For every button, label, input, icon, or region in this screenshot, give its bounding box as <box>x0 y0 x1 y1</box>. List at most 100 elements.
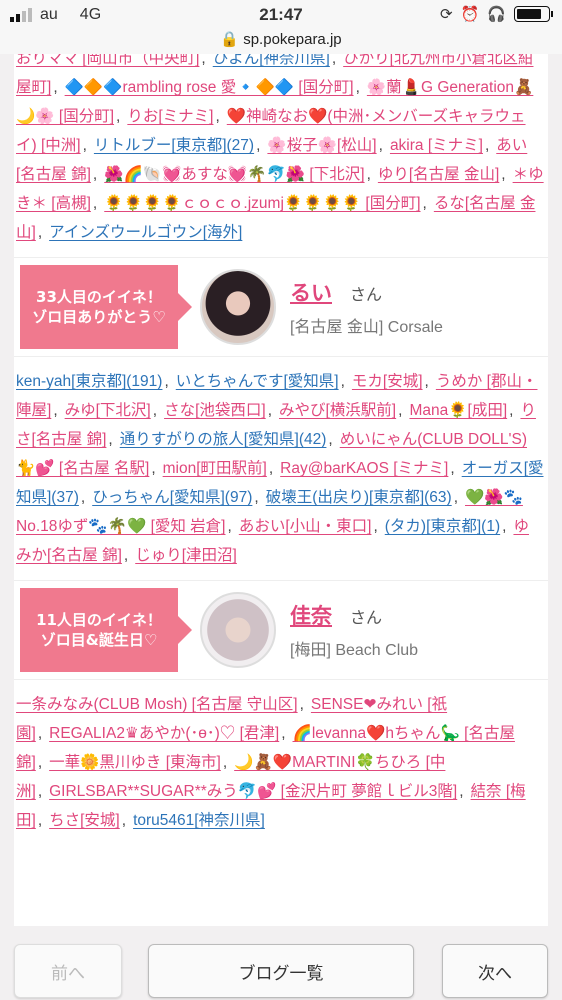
like-user-list: ken-yah[東京都](191), いとちゃんです[愛知県], モカ[安城], うめ… <box>14 367 548 570</box>
user-link[interactable]: 破壊王(出戻り)[東京都](63) <box>266 489 452 506</box>
separator: , <box>501 166 506 183</box>
user-link[interactable]: ひっちゃん[愛知県](97) <box>92 489 252 506</box>
user-link[interactable]: 通りすがりの旅人[愛知県](42) <box>120 431 327 448</box>
prev-button[interactable]: 前へ <box>14 944 122 998</box>
separator: , <box>340 373 345 390</box>
separator: , <box>502 518 507 535</box>
blog-list-button[interactable]: ブログ一覧 <box>148 944 414 998</box>
separator: , <box>299 696 304 713</box>
user-link[interactable]: 🔷🔶🔷rambling rose 愛🔹🔶🔷 [国分町] <box>65 79 354 96</box>
user-link[interactable]: ひよん[神奈川県] <box>213 54 330 67</box>
battery-icon <box>514 6 553 22</box>
separator: , <box>201 54 206 67</box>
user-link[interactable]: ken-yah[東京都](191) <box>16 373 162 390</box>
separator: , <box>424 373 429 390</box>
pager: 前へ ブログ一覧 次へ <box>0 926 562 1000</box>
user-link[interactable]: さな[池袋西口] <box>164 402 266 419</box>
user-link[interactable]: みゆ[下北沢] <box>65 402 151 419</box>
url-bar[interactable]: 🔒 sp.pokepara.jp <box>0 30 562 54</box>
status-bar: au 4G 21:47 ⟳ ⏰ 🎧 <box>0 0 562 30</box>
separator: , <box>215 108 220 125</box>
honorific: さん <box>350 287 383 304</box>
separator: , <box>53 79 58 96</box>
user-link[interactable]: みやび[横浜駅前] <box>279 402 396 419</box>
separator: , <box>378 137 383 154</box>
user-link[interactable]: ゆり[名古屋 金山] <box>378 166 499 183</box>
separator: , <box>484 137 490 154</box>
separator: , <box>116 108 121 125</box>
separator: , <box>355 79 360 96</box>
user-link[interactable]: GIRLSBAR**SUGAR**みう🐬💕 [金沢片町 夢館ｌビル3階] <box>49 783 457 800</box>
separator: , <box>509 402 514 419</box>
separator: , <box>37 812 43 829</box>
separator: , <box>453 489 459 506</box>
user-link[interactable]: (タカ)[東京都](1) <box>385 518 500 535</box>
next-button[interactable]: 次へ <box>442 944 548 998</box>
user-link[interactable]: Ray@barKAOS [ミナミ] <box>280 460 448 477</box>
separator: , <box>152 402 158 419</box>
separator: , <box>37 725 43 742</box>
separator: , <box>37 754 43 771</box>
user-link[interactable]: REGALIA2♛あやか(･ө･)♡ [君津] <box>49 725 279 742</box>
cast-location: [名古屋 金山] Corsale <box>290 319 443 336</box>
separator: , <box>331 54 337 67</box>
user-link[interactable]: おりママ [岡山市（中央町] <box>16 54 199 67</box>
lock-icon: 🔒 <box>220 31 240 48</box>
separator: , <box>121 812 127 829</box>
alarm-icon: ⏰ <box>460 6 480 23</box>
separator: , <box>268 460 274 477</box>
separator: , <box>164 373 169 390</box>
separator: , <box>108 431 113 448</box>
separator: , <box>123 547 129 564</box>
avatar[interactable] <box>200 269 276 345</box>
separator: , <box>328 431 333 448</box>
user-link[interactable]: mion[町田駅前] <box>163 460 267 477</box>
like-user-list: 一条みなみ(CLUB Mosh) [名古屋 守山区], SENSE❤みれい [祇園… <box>14 690 548 835</box>
like-user-list: おりママ [岡山市（中央町], ひよん[神奈川県], ひかり[北九州市小倉北区紺屋町… <box>14 54 548 247</box>
like-card: 33人目のイイネ！ ゾロ目ありがとう♡ るい さん [名古屋 金山] Corsal… <box>14 257 548 357</box>
separator: , <box>227 518 232 535</box>
user-link[interactable]: toru5461[神奈川県] <box>133 812 265 829</box>
like-ribbon: 11人目のイイネ！ ゾロ目&誕生日♡ <box>20 588 192 672</box>
user-link[interactable]: りお[ミナミ] <box>127 108 213 125</box>
user-link[interactable]: akira [ミナミ] <box>390 137 483 154</box>
user-link[interactable]: 🌻🌻🌻🌻ｃｏｃｏ.jzumj🌻🌻🌻🌻 [国分町] <box>104 195 420 212</box>
user-link[interactable]: いとちゃんです[愛知県] <box>176 373 339 390</box>
user-link[interactable]: あおい[小山・東口] <box>239 518 372 535</box>
separator: , <box>422 195 427 212</box>
url-text: sp.pokepara.jp <box>243 31 342 48</box>
blog-content: おりママ [岡山市（中央町], ひよん[神奈川県], ひかり[北九州市小倉北区紺屋町… <box>14 54 548 926</box>
separator: , <box>254 489 259 506</box>
cast-location: [梅田] Beach Club <box>290 642 419 659</box>
user-link[interactable]: Mana🌻[成田] <box>409 402 507 419</box>
honorific: さん <box>350 610 383 627</box>
separator: , <box>151 460 156 477</box>
user-link[interactable]: ちさ[安城] <box>49 812 120 829</box>
rotation-lock-icon: ⟳ <box>440 6 453 23</box>
separator: , <box>92 195 98 212</box>
user-link[interactable]: リトルブー[東京都](27) <box>94 137 254 154</box>
separator: , <box>256 137 261 154</box>
user-link[interactable]: じゅり[津田沼] <box>135 547 237 564</box>
separator: , <box>398 402 403 419</box>
separator: , <box>82 137 87 154</box>
like-ribbon: 33人目のイイネ！ ゾロ目ありがとう♡ <box>20 265 192 349</box>
separator: , <box>450 460 455 477</box>
user-link[interactable]: 一条みなみ(CLUB Mosh) [名古屋 守山区] <box>16 696 298 713</box>
like-card: 11人目のイイネ！ ゾロ目&誕生日♡ 佳奈 さん [梅田] Beach Club <box>14 580 548 680</box>
separator: , <box>37 224 43 241</box>
user-link[interactable]: 一華🌼黒川ゆき [東海市] <box>49 754 221 771</box>
headphones-icon: 🎧 <box>487 6 506 23</box>
user-link[interactable]: アインズウールゴウン[海外] <box>49 224 242 241</box>
user-link[interactable]: モカ[安城] <box>352 373 423 390</box>
cast-name-link[interactable]: るい <box>290 282 332 305</box>
avatar[interactable] <box>200 592 276 668</box>
separator: , <box>80 489 86 506</box>
separator: , <box>92 166 98 183</box>
user-link[interactable]: 🌸桜子🌸[松山] <box>267 137 376 154</box>
separator: , <box>281 725 286 742</box>
separator: , <box>37 783 43 800</box>
user-link[interactable]: 🌺🌈🐚💓あすな💓🌴🐬🌺 [下北沢] <box>104 166 364 183</box>
separator: , <box>222 754 228 771</box>
cast-name-link[interactable]: 佳奈 <box>290 605 332 628</box>
